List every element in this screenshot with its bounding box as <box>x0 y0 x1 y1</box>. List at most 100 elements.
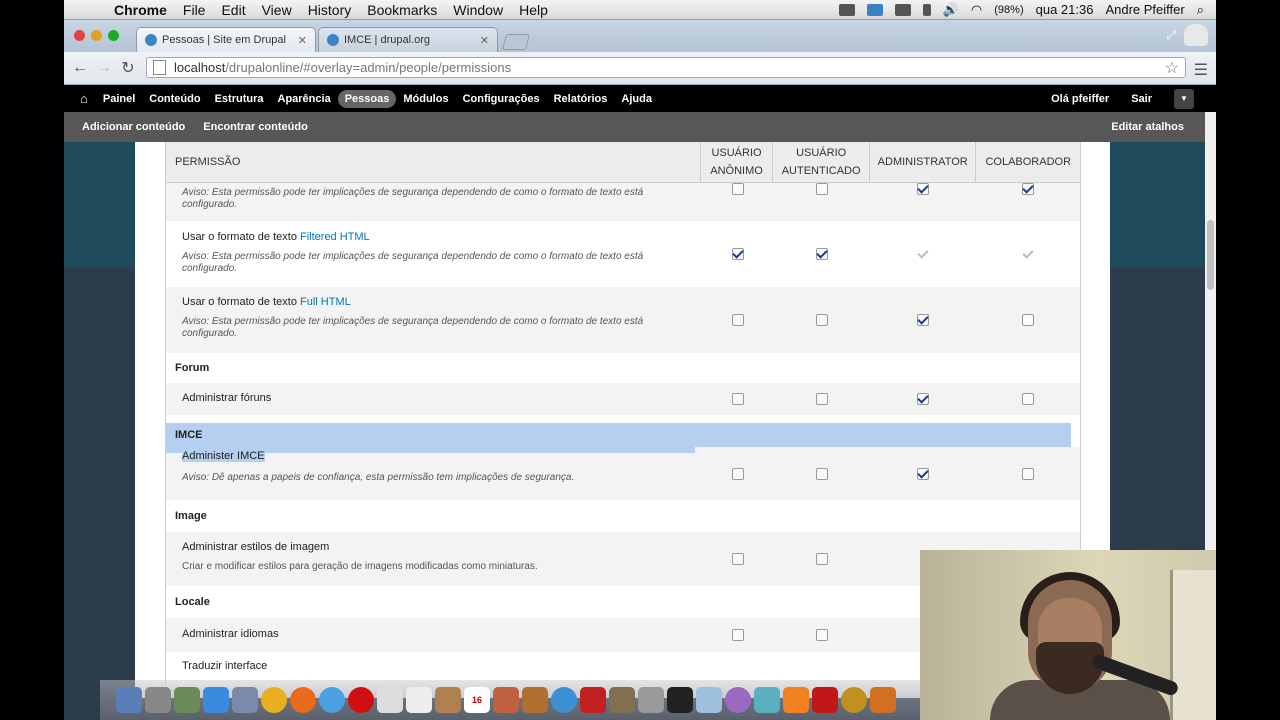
menu-file[interactable]: File <box>183 2 206 18</box>
toolbar-item-estrutura[interactable]: Estrutura <box>208 90 271 108</box>
display-status-icon[interactable] <box>894 3 911 16</box>
chrome-menu-icon[interactable]: ☰ <box>1194 60 1208 80</box>
checkbox-anon[interactable] <box>732 629 744 641</box>
new-tab-button[interactable] <box>501 34 531 50</box>
checkbox-colab[interactable] <box>1022 183 1034 195</box>
system-preferences-icon[interactable] <box>638 687 664 713</box>
firefox-icon[interactable] <box>290 687 316 713</box>
toggle-drawer-icon[interactable]: ▼ <box>1174 88 1194 109</box>
checkbox-admin[interactable] <box>917 467 929 480</box>
virtualbox-icon[interactable] <box>696 687 722 713</box>
toolbar-item-painel[interactable]: Painel <box>96 90 142 108</box>
close-tab-icon[interactable]: ✕ <box>480 34 489 47</box>
edit-shortcuts-link[interactable]: Editar atalhos <box>1111 121 1184 133</box>
preview-icon[interactable] <box>232 687 258 713</box>
calendar-icon[interactable]: 16 <box>464 687 490 713</box>
back-button[interactable]: ← <box>68 59 92 77</box>
tab-imce[interactable]: IMCE | drupal.org ✕ <box>318 27 498 52</box>
opera-icon[interactable] <box>348 687 374 713</box>
toolbar-item-ajuda[interactable]: Ajuda <box>614 90 659 108</box>
checkbox-auth[interactable] <box>816 629 828 641</box>
zoom-window-button[interactable] <box>108 30 119 41</box>
checkbox-auth[interactable] <box>816 183 828 195</box>
wifi-icon[interactable]: ◠ <box>971 2 982 18</box>
address-bar[interactable]: localhost/drupalonline/#overlay=admin/pe… <box>146 57 1186 78</box>
menu-view[interactable]: View <box>262 2 292 18</box>
checkbox-anon[interactable] <box>732 393 744 405</box>
menu-window[interactable]: Window <box>453 2 503 18</box>
dropbox-status-icon[interactable] <box>866 3 883 16</box>
user-greeting-link[interactable]: Olá pfeiffer <box>1051 93 1109 105</box>
minimize-window-button[interactable] <box>91 30 102 41</box>
scrollbar-thumb[interactable] <box>1207 220 1214 290</box>
close-window-button[interactable] <box>74 30 85 41</box>
app-d-icon[interactable] <box>870 687 896 713</box>
checkbox-colab[interactable] <box>1022 393 1034 405</box>
xampp-icon[interactable] <box>783 687 809 713</box>
shortcut-find-content[interactable]: Encontrar conteúdo <box>203 121 308 133</box>
itunes-icon[interactable] <box>551 687 577 713</box>
textedit-icon[interactable] <box>377 687 403 713</box>
volume-icon[interactable]: 🔊 <box>943 2 959 18</box>
checkbox-auth[interactable] <box>816 467 828 480</box>
editor-icon[interactable] <box>754 687 780 713</box>
reload-button[interactable]: ↻ <box>116 58 140 78</box>
checkbox-auth[interactable] <box>816 248 828 260</box>
checkbox-anon[interactable] <box>732 183 744 195</box>
checkbox-colab[interactable] <box>1022 467 1034 480</box>
app-icon[interactable] <box>725 687 751 713</box>
dashboard-icon[interactable] <box>174 687 200 713</box>
checkbox-anon[interactable] <box>732 553 744 565</box>
menubar-user[interactable]: Andre Pfeiffer <box>1105 2 1184 17</box>
bookmark-star-icon[interactable]: ☆ <box>1165 58 1179 78</box>
menu-edit[interactable]: Edit <box>221 2 245 18</box>
menu-history[interactable]: History <box>308 2 352 18</box>
safari-icon[interactable] <box>319 687 345 713</box>
full-html-link[interactable]: Full HTML <box>300 296 351 308</box>
shortcut-add-content[interactable]: Adicionar conteúdo <box>82 121 185 133</box>
checkbox-auth[interactable] <box>816 393 828 405</box>
menubar-clock[interactable]: qua 21:36 <box>1036 2 1094 17</box>
toolbar-item-modulos[interactable]: Módulos <box>396 90 455 108</box>
filtered-html-link[interactable]: Filtered HTML <box>300 231 370 243</box>
iphoto-icon[interactable] <box>609 687 635 713</box>
checkbox-admin[interactable] <box>917 393 929 405</box>
spotlight-search-icon[interactable]: ⌕ <box>1197 2 1204 18</box>
toolbar-item-configuracoes[interactable]: Configurações <box>456 90 547 108</box>
checkbox-anon[interactable] <box>732 248 744 260</box>
chrome-icon[interactable] <box>261 687 287 713</box>
logout-link[interactable]: Sair <box>1131 93 1152 105</box>
app-menu-chrome[interactable]: Chrome <box>114 2 167 18</box>
camera-status-icon[interactable] <box>838 3 855 16</box>
terminal-icon[interactable] <box>667 687 693 713</box>
app-store-icon[interactable] <box>203 687 229 713</box>
toolbar-item-conteudo[interactable]: Conteúdo <box>142 90 207 108</box>
toolbar-item-pessoas[interactable]: Pessoas <box>337 89 397 108</box>
filezilla-icon[interactable] <box>812 687 838 713</box>
toolbar-item-relatorios[interactable]: Relatórios <box>547 90 615 108</box>
close-tab-icon[interactable]: ✕ <box>298 34 307 47</box>
toolbar-item-aparencia[interactable]: Aparência <box>271 90 338 108</box>
fullscreen-icon[interactable]: ⤢ <box>1166 28 1176 43</box>
checkbox-auth[interactable] <box>816 553 828 565</box>
menu-bookmarks[interactable]: Bookmarks <box>367 2 437 18</box>
wordpress-icon[interactable] <box>841 687 867 713</box>
finder-icon[interactable] <box>116 687 142 713</box>
home-icon[interactable]: ⌂ <box>80 91 88 106</box>
document-icon[interactable] <box>406 687 432 713</box>
checkbox-auth[interactable] <box>816 314 828 326</box>
forward-button[interactable]: → <box>92 59 116 77</box>
launchpad-icon[interactable] <box>145 687 171 713</box>
battery-indicator[interactable]: (98%) <box>994 4 1023 16</box>
contacts-icon[interactable] <box>435 687 461 713</box>
checkbox-colab[interactable] <box>1022 314 1034 326</box>
checkbox-admin[interactable] <box>917 314 929 326</box>
menu-help[interactable]: Help <box>519 2 548 18</box>
photo-app-icon[interactable] <box>580 687 606 713</box>
photo-booth-icon[interactable] <box>493 687 519 713</box>
checkbox-anon[interactable] <box>732 467 744 480</box>
garageband-icon[interactable] <box>522 687 548 713</box>
bluetooth-status-icon[interactable] <box>922 3 931 16</box>
checkbox-anon[interactable] <box>732 314 744 326</box>
tab-pessoas[interactable]: Pessoas | Site em Drupal ✕ <box>136 27 316 52</box>
